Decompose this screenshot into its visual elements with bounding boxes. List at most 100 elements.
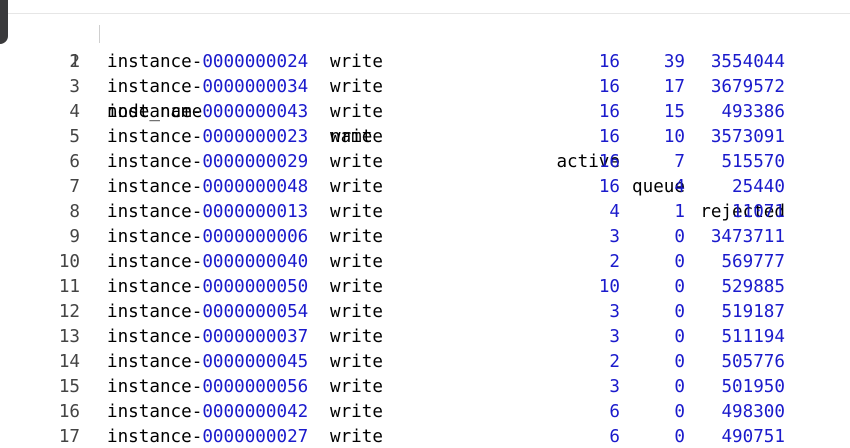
queue-cell: 0 xyxy=(674,252,685,272)
table-row: 7 instance-0000000048 write 16 4 25440 xyxy=(0,175,850,200)
active-cell: 16 xyxy=(598,152,620,172)
active-cell: 6 xyxy=(609,402,620,422)
active-cell: 3 xyxy=(609,227,620,247)
node-name-prefix: instance- xyxy=(107,402,203,422)
text-cursor xyxy=(99,25,100,43)
node-name-prefix: instance- xyxy=(107,427,203,447)
queue-cell: 0 xyxy=(674,352,685,372)
rejected-cell: 3554044 xyxy=(710,52,785,72)
queue-cell: 0 xyxy=(674,427,685,447)
active-cell: 10 xyxy=(598,277,620,297)
node-name-cell: instance-0000000006 xyxy=(107,225,308,250)
editor-content[interactable]: 1 node_name name active queue rejected 2… xyxy=(0,25,850,448)
active-cell: 3 xyxy=(609,302,620,322)
table-row: 11 instance-0000000050 write 10 0 529885 xyxy=(0,275,850,300)
rejected-cell: 569777 xyxy=(721,252,785,272)
toolbar-strip xyxy=(0,0,850,14)
active-cell: 16 xyxy=(598,77,620,97)
node-name-cell: instance-0000000037 xyxy=(107,325,308,350)
name-cell: write xyxy=(330,277,383,297)
rejected-cell: 511194 xyxy=(721,327,785,347)
table-row: 13 instance-0000000037 write 3 0 511194 xyxy=(0,325,850,350)
node-name-prefix: instance- xyxy=(107,227,203,247)
name-cell: write xyxy=(330,152,383,172)
node-name-id: 0000000029 xyxy=(202,152,309,172)
rejected-cell: 501950 xyxy=(721,377,785,397)
node-name-id: 0000000040 xyxy=(202,252,309,272)
node-name-cell: instance-0000000050 xyxy=(107,275,308,300)
line-number: 7 xyxy=(69,177,80,197)
line-number: 5 xyxy=(69,127,80,147)
node-name-cell: instance-0000000054 xyxy=(107,300,308,325)
rejected-cell: 11071 xyxy=(732,202,785,222)
node-name-id: 0000000045 xyxy=(202,352,309,372)
active-cell: 4 xyxy=(609,202,620,222)
line-number: 16 xyxy=(58,402,80,422)
queue-cell: 0 xyxy=(674,277,685,297)
node-name-cell: instance-0000000048 xyxy=(107,175,308,200)
line-number: 15 xyxy=(58,377,80,397)
node-name-id: 0000000042 xyxy=(202,402,309,422)
node-name-prefix: instance- xyxy=(107,102,203,122)
name-cell: write xyxy=(330,77,383,97)
node-name-id: 0000000050 xyxy=(202,277,309,297)
line-number: 2 xyxy=(69,52,80,72)
rejected-cell: 3573091 xyxy=(710,127,785,147)
node-name-id: 0000000024 xyxy=(202,52,309,72)
line-number: 14 xyxy=(58,352,80,372)
rejected-cell: 490751 xyxy=(721,427,785,447)
active-cell: 16 xyxy=(598,177,620,197)
queue-cell: 17 xyxy=(663,77,685,97)
active-cell: 3 xyxy=(609,327,620,347)
node-name-cell: instance-0000000024 xyxy=(107,50,308,75)
rejected-cell: 498300 xyxy=(721,402,785,422)
table-row: 16 instance-0000000042 write 6 0 498300 xyxy=(0,400,850,425)
node-name-prefix: instance- xyxy=(107,202,203,222)
line-number: 17 xyxy=(58,427,80,447)
table-row: 5 instance-0000000023 write 16 10 3573091 xyxy=(0,125,850,150)
queue-cell: 10 xyxy=(663,127,685,147)
node-name-cell: instance-0000000034 xyxy=(107,75,308,100)
queue-cell: 0 xyxy=(674,402,685,422)
name-cell: write xyxy=(330,327,383,347)
node-name-prefix: instance- xyxy=(107,52,203,72)
active-cell: 16 xyxy=(598,52,620,72)
line-number: 12 xyxy=(58,302,80,322)
name-cell: write xyxy=(330,127,383,147)
name-cell: write xyxy=(330,52,383,72)
table-row: 17 instance-0000000027 write 6 0 490751 xyxy=(0,425,850,448)
table-row: 2 instance-0000000024 write 16 39 3554044 xyxy=(0,50,850,75)
rejected-cell: 505776 xyxy=(721,352,785,372)
active-cell: 16 xyxy=(598,127,620,147)
node-name-prefix: instance- xyxy=(107,277,203,297)
table-row: 10 instance-0000000040 write 2 0 569777 xyxy=(0,250,850,275)
active-cell: 16 xyxy=(598,102,620,122)
active-cell: 6 xyxy=(609,427,620,447)
line-number: 4 xyxy=(69,102,80,122)
node-name-id: 0000000013 xyxy=(202,202,309,222)
node-name-prefix: instance- xyxy=(107,127,203,147)
name-cell: write xyxy=(330,402,383,422)
header-line: 1 node_name name active queue rejected xyxy=(0,25,850,222)
node-name-prefix: instance- xyxy=(107,327,203,347)
node-name-prefix: instance- xyxy=(107,252,203,272)
queue-cell: 15 xyxy=(663,102,685,122)
text-editor-window: 1 node_name name active queue rejected 2… xyxy=(0,0,850,448)
node-name-id: 0000000043 xyxy=(202,102,309,122)
node-name-prefix: instance- xyxy=(107,77,203,97)
node-name-id: 0000000056 xyxy=(202,377,309,397)
node-name-cell: instance-0000000013 xyxy=(107,200,308,225)
node-name-prefix: instance- xyxy=(107,377,203,397)
node-name-prefix: instance- xyxy=(107,152,203,172)
name-cell: write xyxy=(330,177,383,197)
node-name-cell: instance-0000000023 xyxy=(107,125,308,150)
rejected-cell: 3473711 xyxy=(710,227,785,247)
rejected-cell: 515570 xyxy=(721,152,785,172)
node-name-id: 0000000023 xyxy=(202,127,309,147)
node-name-id: 0000000006 xyxy=(202,227,309,247)
rejected-cell: 3679572 xyxy=(710,77,785,97)
node-name-cell: instance-0000000043 xyxy=(107,100,308,125)
name-cell: write xyxy=(330,427,383,447)
active-cell: 2 xyxy=(609,352,620,372)
node-name-prefix: instance- xyxy=(107,177,203,197)
